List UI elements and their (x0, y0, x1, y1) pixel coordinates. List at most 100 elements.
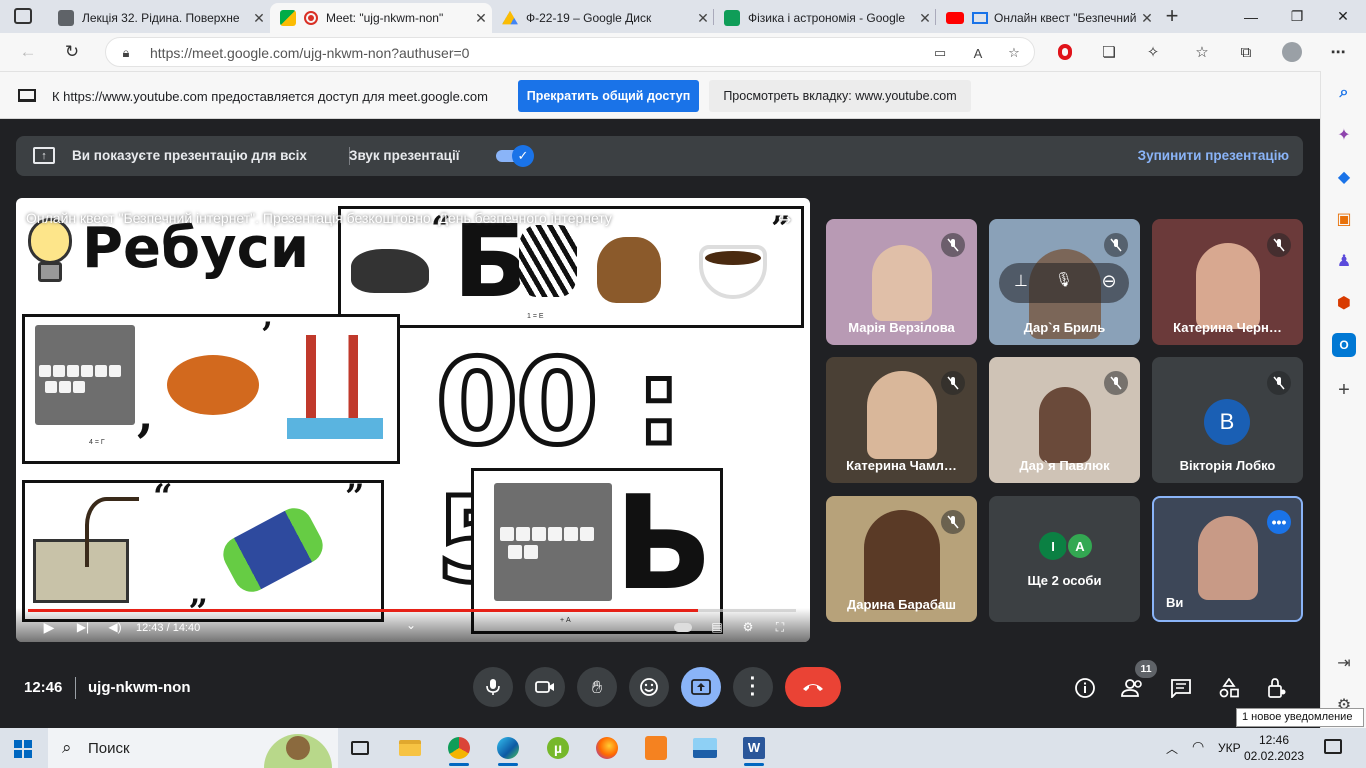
microphone-button[interactable] (473, 667, 513, 707)
activities-button[interactable] (1216, 675, 1242, 701)
camera-button[interactable] (525, 667, 565, 707)
minimize-button[interactable]: — (1228, 0, 1274, 33)
tab-drive[interactable]: Ф-22-19 – Google Диск ✕ (492, 3, 714, 33)
play-icon[interactable]: ▶ (40, 619, 58, 635)
extensions-icon[interactable]: ✧ (1141, 40, 1165, 64)
autoplay-toggle-icon[interactable] (674, 619, 692, 635)
copilot-icon[interactable]: ✦ (1332, 123, 1356, 147)
chat-button[interactable] (1168, 675, 1194, 701)
settings-icon[interactable]: ⚙ (739, 619, 757, 635)
camera-icon[interactable]: ▭ (930, 43, 950, 63)
participant-tile[interactable]: Дар`я Павлюк (989, 357, 1140, 483)
task-view-icon[interactable] (340, 732, 380, 764)
word-icon[interactable]: W (734, 732, 774, 766)
new-tab-button[interactable]: + (1160, 3, 1184, 29)
tab-lecture[interactable]: Лекція 32. Рідина. Поверхне ✕ (48, 3, 270, 33)
network-icon[interactable]: ◠ (1192, 738, 1204, 755)
hide-sidebar-icon[interactable]: ⇥ (1332, 651, 1356, 675)
participant-tile[interactable]: ⊥ 🎙︎ ⊖ Дар`я Бриль (989, 219, 1140, 345)
lock-icon[interactable]: 🔒︎ (116, 43, 136, 63)
address-field[interactable]: 🔒︎ https://meet.google.com/ujg-nkwm-non?… (105, 37, 1035, 67)
close-tab-icon[interactable]: ✕ (248, 10, 270, 27)
participant-tile[interactable]: Катерина Чамл… (826, 357, 977, 483)
add-icon[interactable]: + (1332, 378, 1356, 402)
mic-off-icon (941, 233, 965, 257)
participant-tile[interactable]: Марія Верзілова (826, 219, 977, 345)
games-icon[interactable]: ♟ (1332, 249, 1356, 273)
people-button[interactable] (1120, 675, 1146, 701)
profile-icon[interactable] (1280, 40, 1304, 64)
raise-hand-button[interactable]: ✋︎ (577, 667, 617, 707)
notifications-icon[interactable] (1324, 739, 1342, 754)
presentation-sound-toggle[interactable]: ✓ (496, 145, 534, 167)
tab-meet[interactable]: Meet: "ujg-nkwm-non" ✕ (270, 3, 492, 33)
taskbar-search-box[interactable]: ⌕ Поиск (48, 728, 338, 768)
more-menu-icon[interactable]: ⋯ (1326, 40, 1350, 64)
restore-button[interactable]: ❐ (1274, 0, 1320, 33)
utorrent-icon[interactable]: µ (538, 732, 578, 764)
participant-tile[interactable]: Дарина Барабаш (826, 496, 977, 622)
shopping-tag-icon[interactable]: ◆ (1332, 165, 1356, 189)
share-arrow-icon[interactable]: ↪ (778, 210, 798, 229)
subtitles-icon[interactable]: ▤ (708, 619, 726, 635)
more-options-icon[interactable]: ••• (1267, 510, 1291, 534)
stop-sharing-button[interactable]: Прекратить общий доступ (518, 80, 699, 112)
present-now-button[interactable] (681, 667, 721, 707)
close-tab-icon[interactable]: ✕ (470, 10, 492, 27)
stop-presenting-link[interactable]: Зупинити презентацію (1138, 148, 1289, 163)
outlook-icon[interactable]: O (1332, 333, 1356, 357)
tab-sheets[interactable]: Фізика і астрономія - Google ✕ (714, 3, 936, 33)
participant-tile[interactable]: Катерина Черн… (1152, 219, 1303, 345)
pin-icon[interactable]: ⊥ (1009, 271, 1033, 295)
photos-icon[interactable] (685, 732, 725, 764)
chrome-icon[interactable] (439, 732, 479, 766)
back-icon[interactable]: ← (14, 39, 42, 65)
show-hidden-icons[interactable]: ︿ (1166, 740, 1178, 757)
close-tab-icon[interactable]: ✕ (1136, 10, 1158, 27)
edge-icon[interactable] (488, 732, 528, 766)
tab-actions-icon[interactable] (14, 8, 32, 24)
remove-icon[interactable]: ⊖ (1097, 271, 1121, 295)
read-aloud-icon[interactable]: A (968, 43, 988, 63)
refresh-icon[interactable]: ↻ (58, 39, 86, 65)
collections-ext-icon[interactable]: ❏ (1097, 40, 1121, 64)
start-button[interactable] (14, 740, 32, 758)
opera-extension-icon[interactable] (1053, 40, 1077, 64)
dog-image (597, 237, 661, 303)
collections-icon[interactable]: ⧉ (1234, 40, 1258, 64)
presented-video[interactable]: Ребуси Б “ ” 1 = Е 4 = Г , ’ 00: “ „ ” … (16, 198, 810, 642)
participant-video (1195, 243, 1260, 329)
close-window-button[interactable]: ✕ (1320, 0, 1366, 33)
share-screen-icon (18, 89, 36, 102)
participant-tile[interactable]: В Вікторія Лобко (1152, 357, 1303, 483)
close-tab-icon[interactable]: ✕ (914, 10, 936, 27)
firefox-icon[interactable] (587, 732, 627, 764)
next-icon[interactable]: ▶| (74, 619, 92, 635)
volume-icon[interactable]: ◀) (106, 619, 124, 635)
language-indicator[interactable]: УКР (1218, 741, 1241, 755)
close-tab-icon[interactable]: ✕ (692, 10, 714, 27)
search-icon[interactable]: ⌕ (1332, 81, 1356, 105)
leave-call-button[interactable] (785, 667, 841, 707)
participant-tile[interactable]: І А Ще 2 особи (989, 496, 1140, 622)
reactions-button[interactable] (629, 667, 669, 707)
tools-icon[interactable]: ▣ (1332, 207, 1356, 231)
mute-icon[interactable]: 🎙︎ (1052, 271, 1076, 295)
favorites-icon[interactable]: ☆ (1190, 40, 1214, 64)
fullscreen-icon[interactable]: ⛶ (771, 619, 789, 635)
file-explorer-icon[interactable] (390, 732, 430, 764)
office-icon[interactable]: ⬢ (1332, 291, 1356, 315)
more-options-button[interactable]: · · · (733, 667, 773, 707)
host-controls-button[interactable] (1264, 675, 1290, 701)
chevron-down-icon[interactable]: ⌄ (402, 617, 420, 633)
video-progress-bar[interactable] (28, 609, 796, 612)
taskbar-clock[interactable]: 12:46 02.02.2023 (1244, 732, 1304, 764)
favorite-add-icon[interactable]: ☆ (1004, 43, 1024, 63)
self-tile[interactable]: ••• Ви (1152, 496, 1303, 622)
view-shared-tab-button[interactable]: Просмотреть вкладку: www.youtube.com (709, 80, 971, 112)
video-title[interactable]: Онлайн квест "Безпечний інтернет". Презе… (26, 210, 612, 226)
keyboard-image (494, 483, 612, 601)
tab-youtube[interactable]: Онлайн квест "Безпечний ✕ (936, 3, 1158, 33)
pdf-app-icon[interactable] (636, 732, 676, 764)
meeting-details-button[interactable] (1072, 675, 1098, 701)
